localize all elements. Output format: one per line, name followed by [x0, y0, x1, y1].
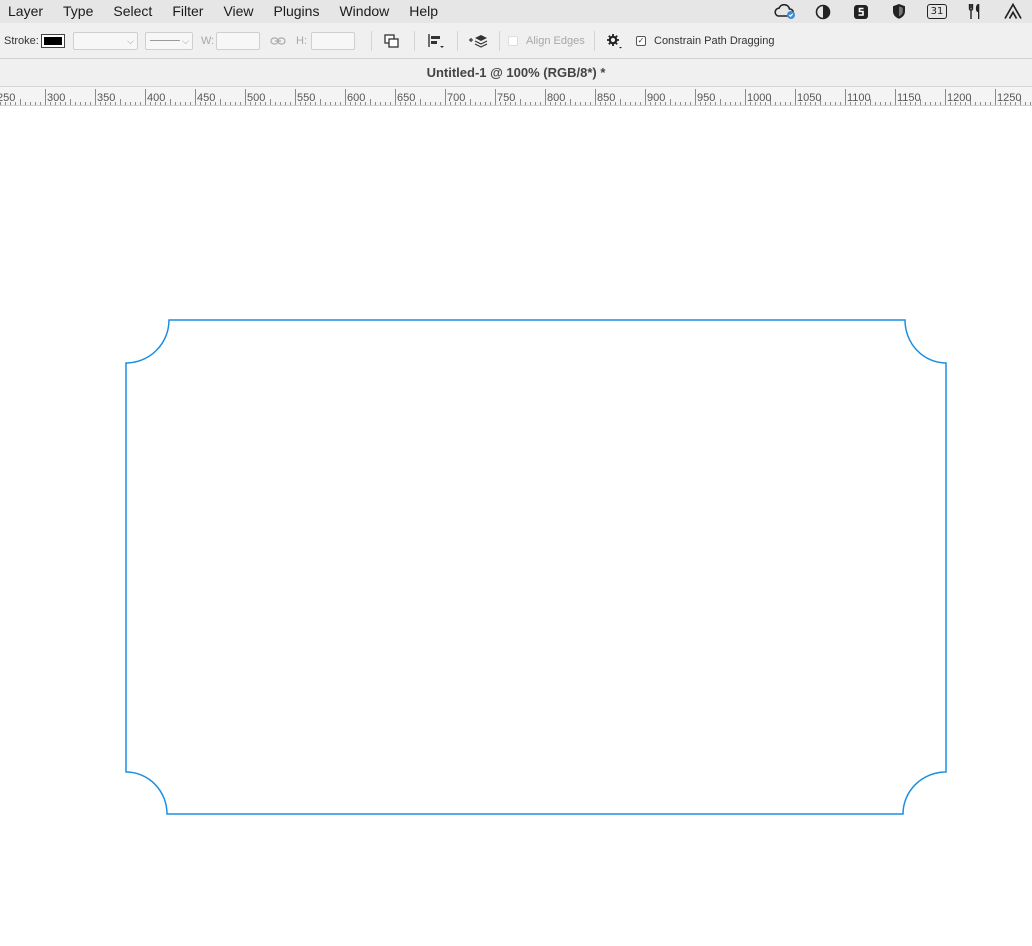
- utensils-icon[interactable]: [956, 0, 994, 23]
- ruler-label: 1250: [997, 92, 1021, 104]
- stroke-label: Stroke:: [4, 34, 39, 47]
- shield-icon[interactable]: [880, 0, 918, 23]
- ruler-label: 900: [647, 92, 665, 104]
- chevron-down-icon: ⌵: [182, 35, 189, 46]
- calendar-icon[interactable]: 31: [918, 0, 956, 23]
- status-tray: 31: [766, 0, 1032, 23]
- check-icon: ✓: [637, 35, 645, 45]
- divider: [499, 31, 500, 51]
- stroke-control: Stroke:: [4, 23, 39, 58]
- tool-options-bar: Stroke: ⌵ ⌵ W: H: Align Edges ✓ Constrai…: [0, 23, 1032, 59]
- constrain-path-checkbox[interactable]: ✓: [636, 35, 646, 46]
- path-operations-icon[interactable]: [383, 23, 401, 58]
- path-arrangement-icon[interactable]: [468, 23, 488, 58]
- ruler-label: 550: [297, 92, 315, 104]
- divider: [371, 31, 372, 51]
- ruler-label: 800: [547, 92, 565, 104]
- menu-help[interactable]: Help: [399, 0, 448, 23]
- menu-select[interactable]: Select: [103, 0, 162, 23]
- height-label: H:: [296, 34, 307, 47]
- ruler-label: 750: [497, 92, 515, 104]
- stroke-line-preview: [150, 39, 180, 41]
- ticket-shape-path[interactable]: [125, 319, 947, 815]
- width-input[interactable]: [216, 31, 260, 50]
- adobe-icon[interactable]: [994, 0, 1032, 23]
- menu-view[interactable]: View: [213, 0, 263, 23]
- menu-layer[interactable]: Layer: [0, 0, 53, 23]
- ruler-label: 450: [197, 92, 215, 104]
- width-label: W:: [201, 34, 215, 47]
- stroke-color-fill: [44, 36, 62, 45]
- ruler-label: 700: [447, 92, 465, 104]
- stroke-color-swatch[interactable]: [41, 33, 65, 48]
- height-input[interactable]: [311, 31, 355, 50]
- creative-cloud-sync-icon[interactable]: [766, 0, 804, 23]
- divider: [414, 31, 415, 51]
- ruler-label: 600: [347, 92, 365, 104]
- document-canvas[interactable]: [0, 106, 1032, 941]
- ruler-label: 400: [147, 92, 165, 104]
- menu-plugins[interactable]: Plugins: [264, 0, 330, 23]
- ruler-label: 950: [697, 92, 715, 104]
- shortcut-app-icon[interactable]: [842, 0, 880, 23]
- stroke-width-dropdown[interactable]: ⌵: [73, 31, 138, 50]
- document-tab[interactable]: Untitled-1 @ 100% (RGB/8*) *: [0, 59, 1032, 87]
- ruler-label: 1150: [897, 92, 921, 104]
- menu-window[interactable]: Window: [329, 0, 399, 23]
- divider: [457, 31, 458, 51]
- calendar-day-label: 31: [926, 4, 948, 19]
- ruler-label: 1100: [847, 92, 871, 104]
- gear-icon[interactable]: [605, 23, 623, 58]
- menu-bar: Layer Type Select Filter View Plugins Wi…: [0, 0, 1032, 23]
- link-dimensions-icon[interactable]: [270, 23, 286, 58]
- ruler-ticks: 250 300 350 400 450 500 550 600 650 700 750 800 850 9…: [0, 89, 1031, 105]
- menu-filter[interactable]: Filter: [162, 0, 213, 23]
- ruler-label: 1050: [797, 92, 821, 104]
- canvas-svg: [125, 319, 947, 815]
- horizontal-ruler[interactable]: 250 300 350 400 450 500 550 600 650 700 750 800 850 9…: [0, 87, 1032, 106]
- ruler-label: 850: [597, 92, 615, 104]
- divider: [594, 31, 595, 51]
- ruler-label: 250: [0, 92, 15, 104]
- ruler-label: 350: [97, 92, 115, 104]
- path-alignment-icon[interactable]: [427, 23, 445, 58]
- chevron-down-icon: ⌵: [127, 35, 134, 46]
- ruler-label: 500: [247, 92, 265, 104]
- contrast-icon[interactable]: [804, 0, 842, 23]
- ruler-label: 1200: [947, 92, 971, 104]
- menu-type[interactable]: Type: [53, 0, 103, 23]
- ruler-label: 1000: [747, 92, 771, 104]
- ruler-label: 300: [47, 92, 65, 104]
- document-title: Untitled-1 @ 100% (RGB/8*) *: [426, 65, 606, 80]
- align-edges-label: Align Edges: [526, 34, 585, 47]
- stroke-type-dropdown[interactable]: ⌵: [145, 31, 193, 50]
- ruler-label: 650: [397, 92, 415, 104]
- constrain-path-label: Constrain Path Dragging: [654, 34, 775, 47]
- align-edges-checkbox[interactable]: [508, 35, 518, 46]
